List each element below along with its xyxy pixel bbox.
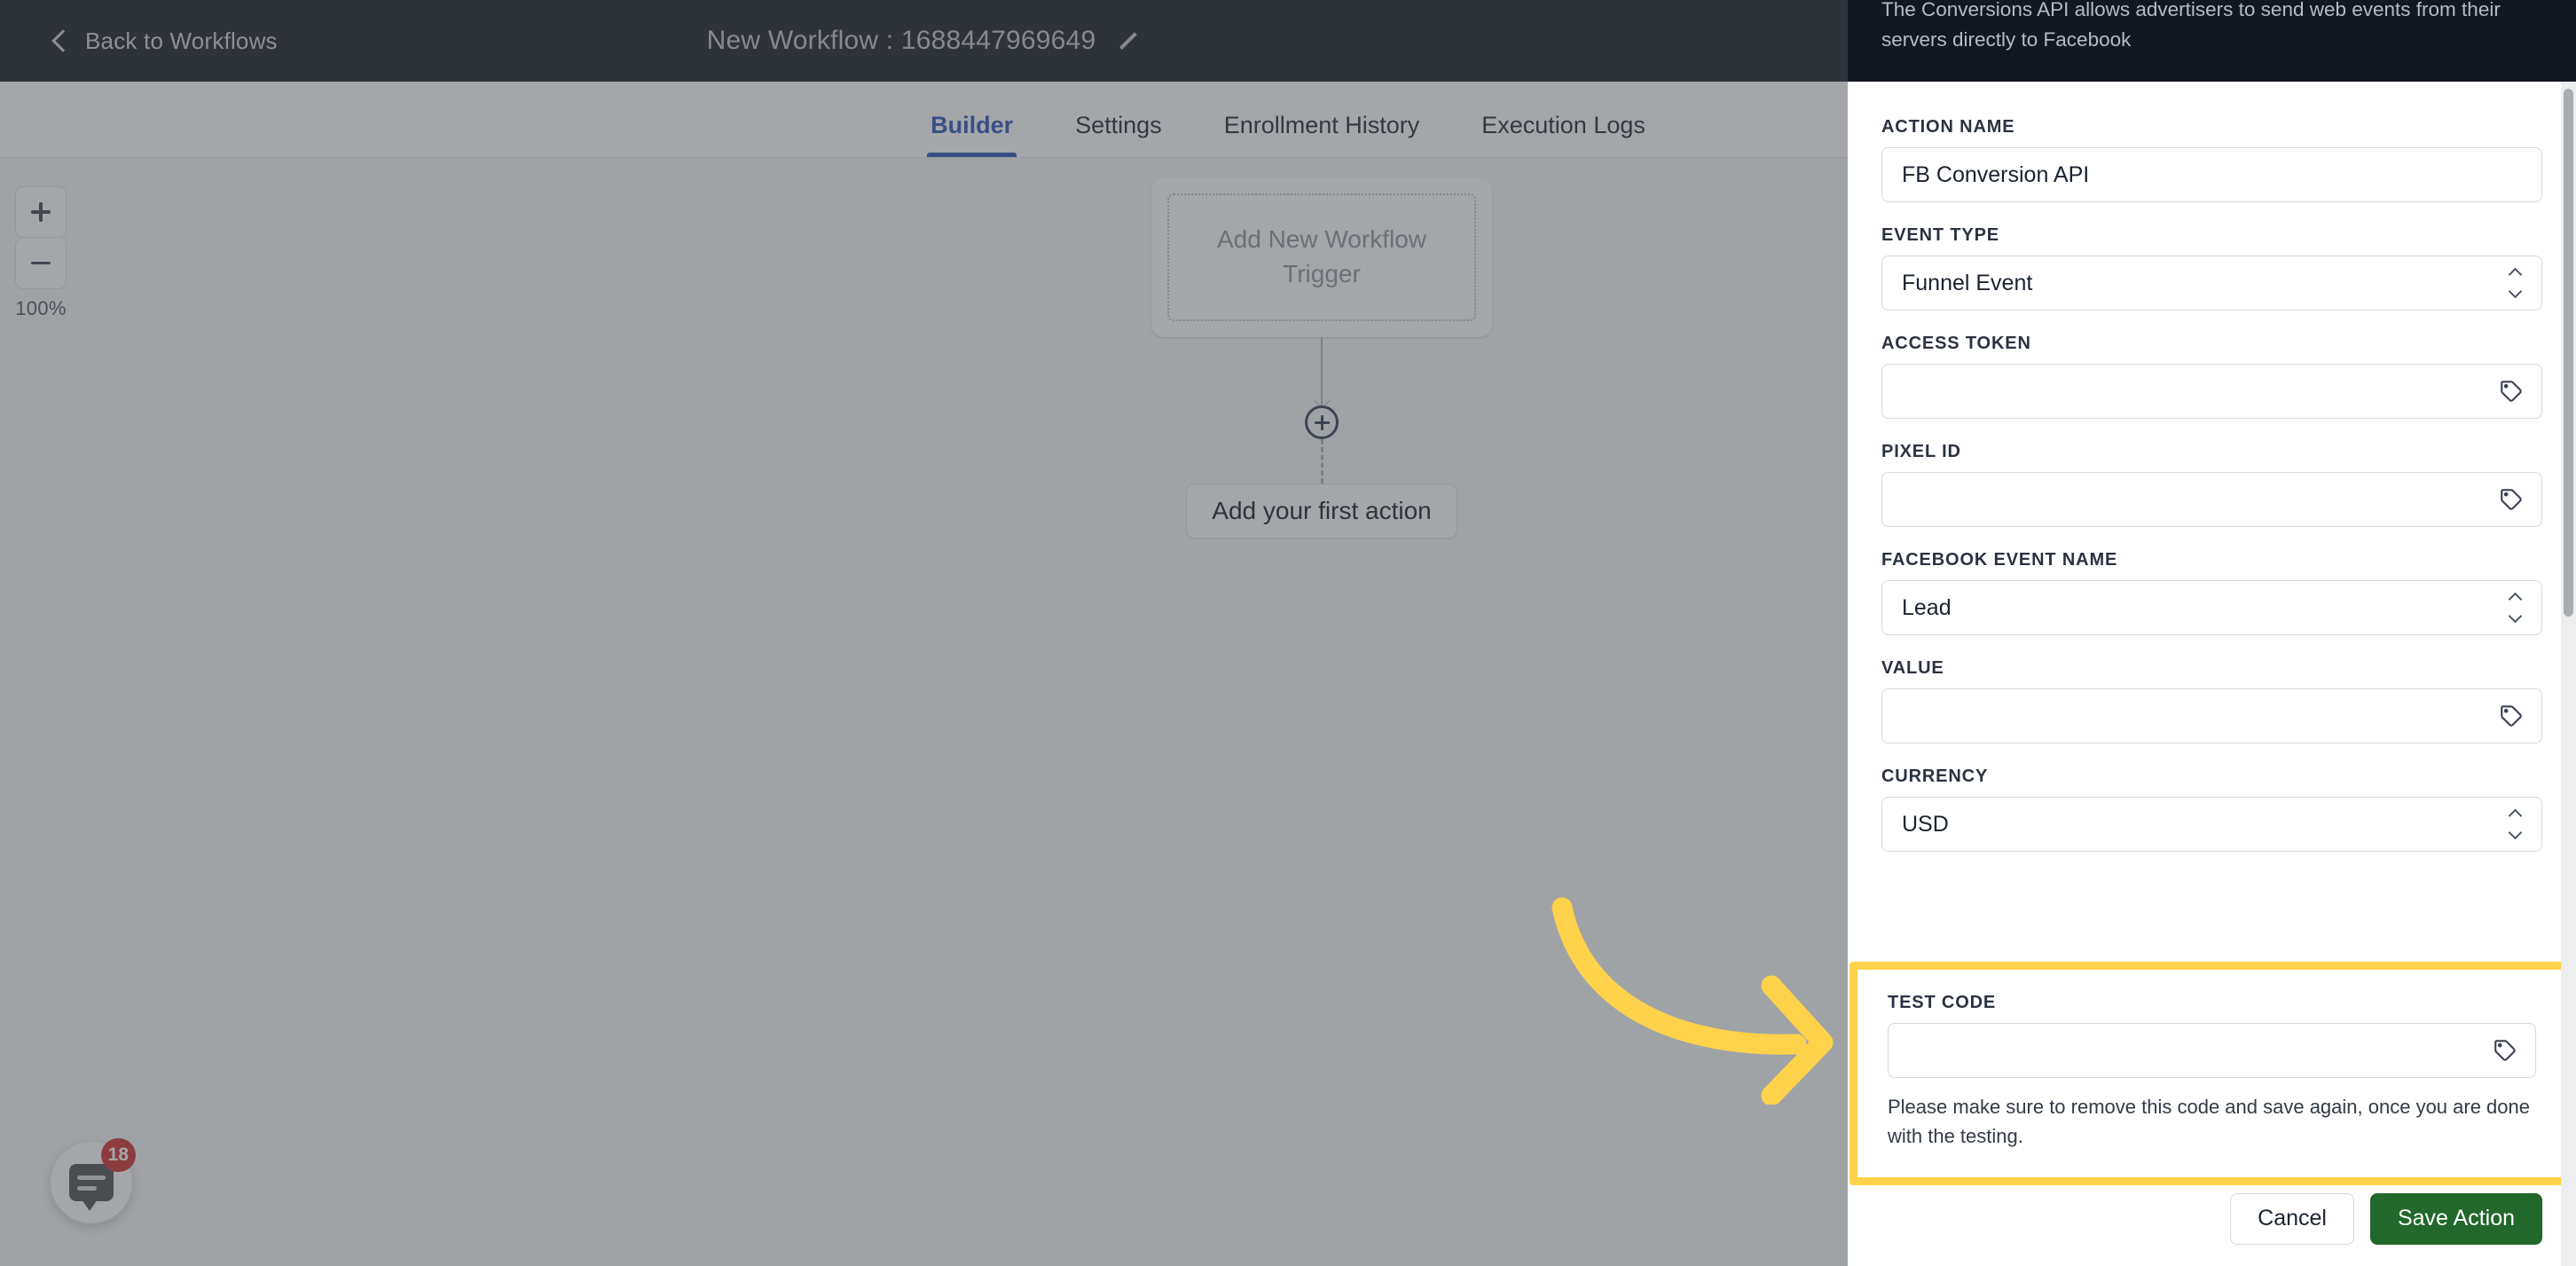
input-access-token[interactable]: [1881, 364, 2542, 419]
tab-settings[interactable]: Settings: [1072, 112, 1166, 157]
tag-icon[interactable]: [2499, 379, 2524, 404]
connector-line-top: [1321, 337, 1323, 405]
panel-description: The Conversions API allows advertisers t…: [1881, 0, 2501, 51]
zoom-out-button[interactable]: [15, 238, 67, 289]
label-test-code: TEST CODE: [1888, 993, 1997, 1012]
field-pixel-id: PIXEL ID: [1881, 442, 2542, 527]
panel-scrollbar-thumb[interactable]: [2564, 89, 2573, 617]
chat-unread-badge: 18: [100, 1138, 136, 1172]
chat-bubble-icon: [69, 1164, 114, 1211]
plus-circle-icon[interactable]: [1305, 405, 1339, 439]
workflow-graph: Add New Workflow Trigger Add your first …: [1151, 177, 1492, 539]
test-code-highlight-block: TEST CODE Please make sure to remove thi…: [1850, 962, 2574, 1186]
add-workflow-trigger-label: Add New Workflow Trigger: [1216, 225, 1426, 287]
input-action-name[interactable]: FB Conversion API: [1881, 147, 2542, 202]
label-value: VALUE: [1881, 658, 1944, 678]
value-currency: USD: [1902, 811, 1949, 837]
panel-header: The Conversions API allows advertisers t…: [1848, 0, 2576, 82]
tab-enrollment-history[interactable]: Enrollment History: [1221, 112, 1424, 157]
select-facebook-event-name[interactable]: Lead: [1881, 580, 2542, 635]
label-event-type: EVENT TYPE: [1881, 225, 1999, 245]
value-event-type: Funnel Event: [1902, 270, 2033, 295]
zoom-level-label: 100%: [15, 297, 67, 319]
workflow-builder-page: Back to Workflows New Workflow : 1688447…: [0, 0, 2576, 1266]
workflow-title-group: New Workflow : 1688447969649: [0, 0, 1845, 82]
input-value[interactable]: [1881, 688, 2542, 743]
test-code-hint: Please make sure to remove this code and…: [1888, 1096, 2531, 1147]
field-facebook-event-name: FACEBOOK EVENT NAME Lead: [1881, 550, 2542, 635]
label-access-token: ACCESS TOKEN: [1881, 334, 2031, 353]
panel-footer: Cancel Save Action: [1848, 1171, 2576, 1266]
add-workflow-trigger-card[interactable]: Add New Workflow Trigger: [1151, 177, 1492, 337]
label-facebook-event-name: FACEBOOK EVENT NAME: [1881, 550, 2118, 570]
field-access-token: ACCESS TOKEN: [1881, 334, 2542, 419]
tab-execution-logs[interactable]: Execution Logs: [1478, 112, 1649, 157]
tag-icon[interactable]: [2499, 487, 2524, 512]
zoom-in-button[interactable]: [15, 186, 67, 238]
tag-icon[interactable]: [2493, 1038, 2517, 1063]
workflow-title: New Workflow : 1688447969649: [706, 26, 1096, 55]
stepper-icon: [2508, 267, 2522, 299]
pencil-icon[interactable]: [1119, 31, 1138, 51]
field-action-name: ACTION NAME FB Conversion API: [1881, 117, 2542, 202]
save-action-button[interactable]: Save Action: [2369, 1192, 2542, 1245]
label-pixel-id: PIXEL ID: [1881, 442, 1961, 461]
field-event-type: EVENT TYPE Funnel Event: [1881, 225, 2542, 311]
value-facebook-event-name: Lead: [1902, 594, 1952, 620]
stepper-icon: [2508, 592, 2522, 624]
field-currency: CURRENCY USD: [1881, 767, 2542, 852]
input-pixel-id[interactable]: [1881, 472, 2542, 527]
tag-icon[interactable]: [2499, 704, 2524, 728]
minus-icon: [31, 261, 51, 265]
chat-widget-button[interactable]: 18: [51, 1138, 136, 1223]
action-settings-panel: The Conversions API allows advertisers t…: [1848, 0, 2576, 1266]
stepper-icon: [2508, 808, 2522, 840]
label-currency: CURRENCY: [1881, 767, 1989, 786]
value-action-name: FB Conversion API: [1902, 161, 2090, 187]
field-value: VALUE: [1881, 658, 2542, 743]
connector-line-dashed: [1320, 439, 1323, 484]
input-test-code[interactable]: [1888, 1023, 2536, 1078]
cancel-button[interactable]: Cancel: [2230, 1192, 2354, 1245]
trigger-dashed-area: Add New Workflow Trigger: [1167, 193, 1476, 321]
label-action-name: ACTION NAME: [1881, 117, 2015, 137]
zoom-controls: 100%: [15, 186, 67, 320]
select-currency[interactable]: USD: [1881, 797, 2542, 852]
add-first-action-button[interactable]: Add your first action: [1186, 484, 1457, 539]
select-event-type[interactable]: Funnel Event: [1881, 256, 2542, 311]
panel-scrollbar[interactable]: [2561, 82, 2576, 1266]
tab-builder[interactable]: Builder: [927, 112, 1017, 157]
